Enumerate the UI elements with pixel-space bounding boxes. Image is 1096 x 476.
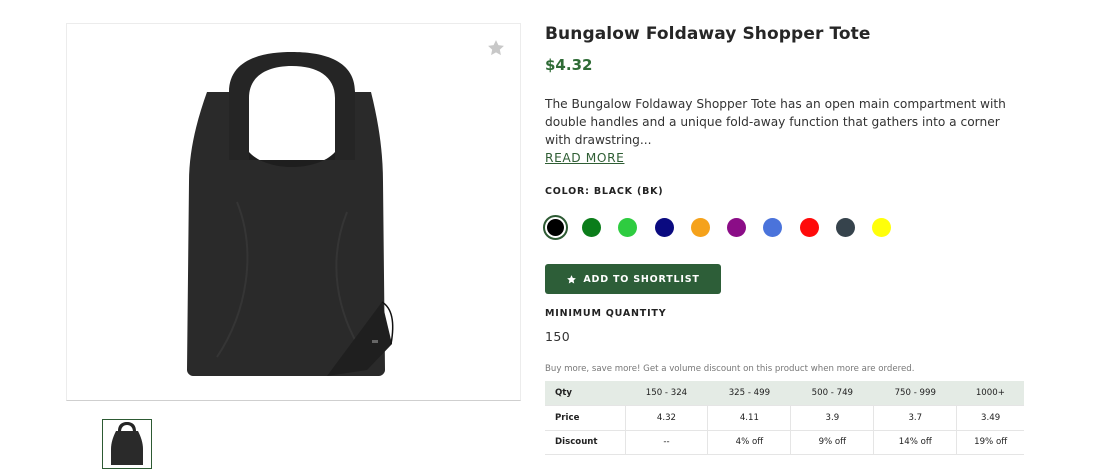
- shortlist-label: ADD TO SHORTLIST: [583, 273, 700, 285]
- table-cell: 9% off: [790, 430, 875, 455]
- table-cell: Discount: [545, 430, 626, 455]
- color-swatch-yellow[interactable]: [872, 217, 892, 237]
- table-header-cell: 150 - 324: [625, 381, 708, 406]
- product-description: The Bungalow Foldaway Shopper Tote has a…: [545, 95, 1025, 167]
- product-description-text: The Bungalow Foldaway Shopper Tote has a…: [545, 97, 1006, 147]
- table-cell: 3.9: [790, 405, 875, 431]
- table-cell: 3.49: [956, 405, 1024, 431]
- table-header-cell: 500 - 749: [790, 381, 874, 406]
- color-swatch-lime[interactable]: [618, 217, 638, 237]
- product-thumbnail[interactable]: [102, 419, 152, 469]
- color-swatches: [543, 214, 1025, 240]
- product-gallery: [66, 23, 521, 401]
- product-price: $4.32: [545, 56, 593, 74]
- color-swatch-charcoal[interactable]: [836, 217, 856, 237]
- table-cell: 4.11: [707, 405, 792, 431]
- color-swatch-royal-blue[interactable]: [763, 217, 783, 237]
- color-swatch-red[interactable]: [799, 217, 819, 237]
- table-cell: 3.7: [873, 405, 958, 431]
- color-label: COLOR: BLACK (BK): [545, 186, 664, 197]
- swatch-fill: [547, 218, 564, 236]
- color-swatch-orange[interactable]: [690, 217, 710, 237]
- volume-pricing-table: Qty 150 - 324 325 - 499 500 - 749 750 - …: [545, 381, 1024, 455]
- table-cell: Price: [545, 405, 626, 431]
- volume-discount-note: Buy more, save more! Get a volume discou…: [545, 364, 915, 374]
- color-swatch-black[interactable]: [543, 214, 568, 240]
- table-cell: --: [625, 430, 709, 455]
- add-to-shortlist-button[interactable]: ADD TO SHORTLIST: [545, 264, 721, 294]
- table-row: Price 4.32 4.11 3.9 3.7 3.49: [545, 405, 1024, 431]
- table-cell: 4% off: [707, 430, 792, 455]
- product-info: Bungalow Foldaway Shopper Tote $4.32 The…: [543, 24, 1025, 455]
- color-swatch-green[interactable]: [582, 217, 601, 237]
- color-swatch-purple[interactable]: [727, 217, 747, 237]
- table-header-cell: Qty: [545, 381, 625, 406]
- table-cell: 4.32: [625, 405, 709, 431]
- read-more-link[interactable]: READ MORE: [545, 149, 624, 167]
- table-row: Discount -- 4% off 9% off 14% off 19% of…: [545, 430, 1024, 455]
- table-header-cell: 1000+: [956, 381, 1024, 406]
- minimum-quantity-value: 150: [545, 329, 571, 344]
- star-icon: [566, 274, 577, 285]
- favorite-star-icon[interactable]: [486, 38, 506, 58]
- minimum-quantity-label: MINIMUM QUANTITY: [545, 308, 667, 319]
- table-header-row: Qty 150 - 324 325 - 499 500 - 749 750 - …: [545, 381, 1024, 406]
- product-title: Bungalow Foldaway Shopper Tote: [545, 24, 871, 44]
- table-cell: 19% off: [956, 430, 1024, 455]
- table-header-cell: 750 - 999: [873, 381, 957, 406]
- product-main-image[interactable]: [177, 52, 407, 377]
- color-swatch-navy[interactable]: [654, 217, 674, 237]
- table-header-cell: 325 - 499: [707, 381, 791, 406]
- table-cell: 14% off: [873, 430, 958, 455]
